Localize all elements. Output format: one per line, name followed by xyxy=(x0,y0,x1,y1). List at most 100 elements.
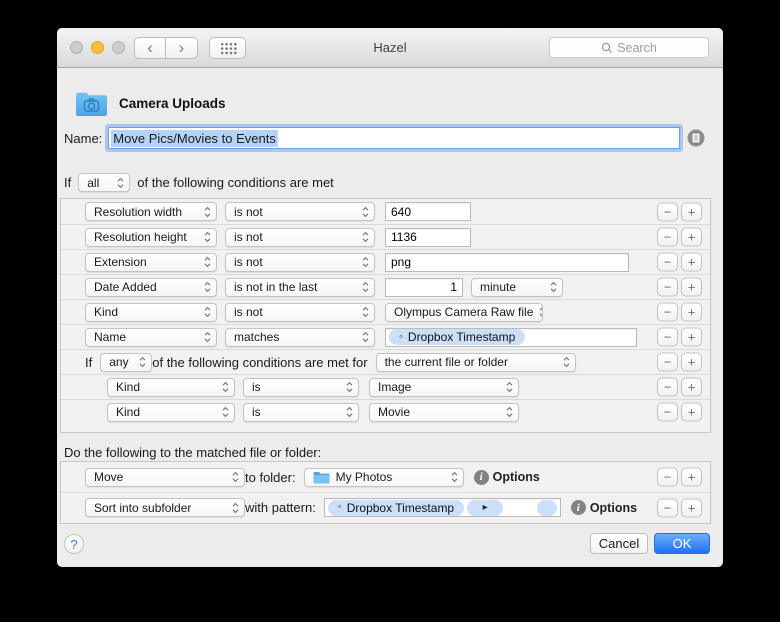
with-pattern-label: with pattern: xyxy=(245,500,316,515)
info-icon: i xyxy=(576,501,580,514)
value-input[interactable] xyxy=(385,277,463,297)
remove-action-button[interactable]: − xyxy=(657,467,678,487)
kind-value-popup[interactable]: Image xyxy=(369,377,519,397)
attribute-popup[interactable]: Resolution height xyxy=(85,227,217,247)
kind-value-popup[interactable]: Olympus Camera Raw file xyxy=(385,302,543,322)
add-condition-button[interactable]: + xyxy=(681,202,702,221)
attribute-popup[interactable]: Kind xyxy=(107,402,235,422)
selected-name-text: Move Pics/Movies to Events xyxy=(111,129,278,147)
rule-name-input[interactable]: Move Pics/Movies to Events xyxy=(108,127,681,149)
updown-chevrons-icon xyxy=(204,206,211,218)
remove-condition-button[interactable]: − xyxy=(657,327,678,347)
cancel-button[interactable]: Cancel xyxy=(590,533,648,554)
destination-folder-popup[interactable]: My Photos xyxy=(303,467,464,487)
ok-button[interactable]: OK xyxy=(654,533,710,554)
remove-condition-button[interactable]: − xyxy=(657,277,678,297)
add-action-button[interactable]: + xyxy=(681,467,702,487)
dropbox-timestamp-token[interactable]: ◦ Dropbox Timestamp xyxy=(327,499,465,516)
info-icon: i xyxy=(479,471,483,483)
name-label: Name: xyxy=(64,130,103,146)
operator-popup[interactable]: is not xyxy=(225,252,375,272)
forward-button[interactable]: › xyxy=(166,37,198,59)
operator-popup[interactable]: is xyxy=(243,402,359,422)
pattern-value-field[interactable]: ◦ Dropbox Timestamp xyxy=(385,327,637,347)
add-action-button[interactable]: + xyxy=(681,498,702,517)
attribute-popup[interactable]: Name xyxy=(85,327,217,347)
kind-value-popup[interactable]: Movie xyxy=(369,402,519,422)
minus-icon: − xyxy=(663,279,672,295)
pattern-stub-token[interactable] xyxy=(536,499,557,516)
help-button[interactable]: ? xyxy=(64,534,84,554)
operator-popup[interactable]: is not xyxy=(225,227,375,247)
minus-icon: − xyxy=(663,379,672,395)
condition-row: Resolution width is not − + xyxy=(61,199,710,224)
actions-header: Do the following to the matched file or … xyxy=(64,445,322,460)
title-bar: ‹ › Hazel Search xyxy=(57,28,723,68)
move-options-button[interactable]: i xyxy=(473,469,489,485)
search-input[interactable]: Search xyxy=(549,37,709,58)
condition-row: Kind is not Olympus Camera Raw file − + xyxy=(61,299,710,324)
updown-chevrons-icon xyxy=(139,356,146,368)
add-condition-button[interactable]: + xyxy=(681,277,702,297)
close-window-button[interactable] xyxy=(70,41,83,54)
back-button[interactable]: ‹ xyxy=(134,37,166,59)
remove-condition-button[interactable]: − xyxy=(657,252,678,272)
operator-popup[interactable]: matches xyxy=(225,327,375,347)
nested-condition-row: Kind is Movie − + xyxy=(61,399,710,424)
operator-popup[interactable]: is xyxy=(243,377,359,397)
action-verb-popup[interactable]: Move xyxy=(85,467,245,487)
remove-condition-button[interactable]: − xyxy=(657,302,678,322)
minus-icon: − xyxy=(663,229,672,245)
add-condition-button[interactable]: + xyxy=(681,327,702,347)
action-verb-popup[interactable]: Sort into subfolder xyxy=(85,498,245,517)
attribute-popup[interactable]: Kind xyxy=(85,302,217,322)
if-label: If xyxy=(64,175,72,190)
value-input[interactable] xyxy=(385,202,471,221)
unit-popup[interactable]: minute xyxy=(471,277,563,297)
attribute-popup[interactable]: Extension xyxy=(85,252,217,272)
remove-condition-button[interactable]: − xyxy=(657,377,678,397)
show-all-rules-button[interactable] xyxy=(209,37,246,59)
plus-icon: + xyxy=(687,469,696,485)
minus-icon: − xyxy=(663,500,672,515)
add-condition-button[interactable]: + xyxy=(681,302,702,322)
plus-icon: + xyxy=(687,379,696,395)
add-condition-button[interactable]: + xyxy=(681,402,702,422)
plus-icon: + xyxy=(687,204,696,219)
updown-chevrons-icon xyxy=(117,177,124,189)
operator-popup[interactable]: is not xyxy=(225,202,375,221)
updown-chevrons-icon xyxy=(506,406,513,418)
attribute-popup[interactable]: Resolution width xyxy=(85,202,217,221)
subfolder-pattern-field[interactable]: ◦ Dropbox Timestamp ▸ xyxy=(323,498,561,517)
options-label: Options xyxy=(589,500,638,515)
remove-condition-button[interactable]: − xyxy=(657,202,678,221)
minimize-window-button[interactable] xyxy=(91,41,104,54)
nav-buttons: ‹ › xyxy=(134,37,198,59)
value-input[interactable] xyxy=(385,227,471,247)
attribute-popup[interactable]: Kind xyxy=(107,377,235,397)
operator-popup[interactable]: is not in the last xyxy=(225,277,375,297)
folder-icon xyxy=(313,471,330,484)
dropbox-timestamp-token[interactable]: ◦ Dropbox Timestamp xyxy=(389,329,526,345)
add-condition-button[interactable]: + xyxy=(681,377,702,397)
add-condition-button[interactable]: + xyxy=(681,352,702,372)
nested-scope-popup[interactable]: the current file or folder xyxy=(375,352,576,372)
pattern-arrow-token[interactable]: ▸ xyxy=(467,499,504,516)
match-mode-popup[interactable]: all xyxy=(78,173,131,192)
nested-match-mode-popup[interactable]: any xyxy=(100,352,153,372)
remove-condition-button[interactable]: − xyxy=(657,402,678,422)
remove-condition-button[interactable]: − xyxy=(657,227,678,247)
add-condition-button[interactable]: + xyxy=(681,252,702,272)
zoom-window-button[interactable] xyxy=(112,41,125,54)
updown-chevrons-icon xyxy=(222,406,229,418)
attribute-popup[interactable]: Date Added xyxy=(85,277,217,297)
updown-chevrons-icon xyxy=(204,281,211,293)
sort-options-button[interactable]: i xyxy=(570,500,586,515)
add-condition-button[interactable]: + xyxy=(681,227,702,247)
forward-chevron-icon: › xyxy=(178,38,185,57)
remove-condition-button[interactable]: − xyxy=(657,352,678,372)
rule-note-button[interactable] xyxy=(687,129,705,147)
operator-popup[interactable]: is not xyxy=(225,302,375,322)
remove-action-button[interactable]: − xyxy=(657,498,678,517)
value-input[interactable] xyxy=(385,252,629,272)
